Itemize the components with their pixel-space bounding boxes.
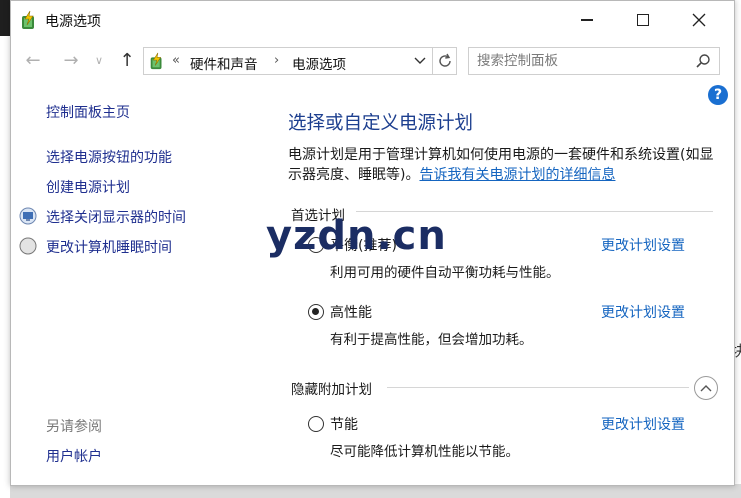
learn-more-link[interactable]: 告诉我有关电源计划的详细信息 [419, 167, 615, 183]
sidebar-item-control-panel-home[interactable]: 控制面板主页 [46, 102, 130, 122]
change-plan-settings-link-power-saver[interactable]: 更改计划设置 [601, 414, 685, 434]
power-options-icon [22, 10, 34, 29]
search-input[interactable] [477, 52, 687, 70]
back-button[interactable]: ← [21, 49, 45, 71]
refresh-icon [438, 53, 451, 67]
change-plan-settings-link-balanced[interactable]: 更改计划设置 [601, 235, 685, 255]
title-bar[interactable]: 电源选项 [11, 1, 734, 39]
up-button[interactable]: ↑ [115, 49, 139, 71]
close-button[interactable] [676, 1, 722, 39]
moon-icon [19, 237, 37, 255]
chevron-down-icon: ∨ [94, 53, 104, 67]
sidebar-item-power-buttons[interactable]: 选择电源按钮的功能 [46, 147, 172, 167]
breadcrumb-hardware-sound[interactable]: 硬件和声音 [190, 53, 258, 73]
desktop-edge [0, 0, 10, 36]
plan-radio-power-saver[interactable] [308, 416, 324, 432]
plan-name-power-saver[interactable]: 节能 [330, 414, 358, 434]
recent-locations-button[interactable]: ∨ [91, 49, 107, 71]
page-description: 电源计划是用于管理计算机如何使用电源的一套硬件和系统设置(如显示器亮度、睡眠等)… [288, 145, 718, 185]
monitor-icon [19, 207, 37, 225]
breadcrumb-power-options[interactable]: 电源选项 [292, 53, 346, 73]
see-also-heading: 另请参阅 [46, 419, 102, 435]
maximize-icon [637, 14, 649, 26]
minimize-icon [581, 19, 593, 21]
forward-arrow-icon: → [63, 49, 79, 71]
navigation-bar: ← → ∨ ↑ « 硬件和声音 › 电源选项 [11, 41, 734, 79]
chevron-down-icon [414, 57, 426, 64]
chevron-up-icon [700, 385, 712, 392]
forward-button[interactable]: → [59, 49, 83, 71]
window-title: 电源选项 [45, 14, 101, 30]
minimize-button[interactable] [564, 1, 610, 39]
plan-name-high-performance[interactable]: 高性能 [330, 302, 372, 322]
address-dropdown-button[interactable] [410, 48, 430, 74]
desktop-taskbar-edge [10, 484, 741, 498]
page-title: 选择或自定义电源计划 [288, 113, 474, 134]
plan-desc-power-saver: 尽可能降低计算机性能以节能。 [330, 444, 519, 460]
section-divider [387, 387, 689, 388]
hidden-plans-heading: 隐藏附加计划 [291, 382, 372, 398]
change-plan-settings-link-high-performance[interactable]: 更改计划设置 [601, 302, 685, 322]
sidebar-item-sleep-time[interactable]: 更改计算机睡眠时间 [46, 237, 172, 257]
sidebar-item-display-off[interactable]: 选择关闭显示器的时间 [46, 207, 186, 227]
section-divider [356, 211, 713, 212]
refresh-button[interactable] [432, 48, 456, 74]
up-arrow-icon: ↑ [119, 49, 135, 71]
collapse-hidden-plans-button[interactable] [694, 376, 718, 400]
plan-desc-high-performance: 有利于提高性能，但会增加功耗。 [330, 332, 533, 348]
watermark: yzdn.cn [266, 213, 447, 259]
address-bar[interactable]: « 硬件和声音 › 电源选项 [143, 47, 457, 75]
help-icon[interactable]: ? [708, 85, 728, 105]
back-arrow-icon: ← [25, 49, 41, 71]
power-options-window: 电源选项 ← → ∨ ↑ « 硬件和声音 › 电源选项 搜索控制面板 ? 控制面… [10, 0, 735, 486]
plan-radio-high-performance[interactable] [308, 304, 324, 320]
maximize-button[interactable] [620, 1, 666, 39]
breadcrumb-overflow[interactable]: « [172, 53, 180, 68]
search-icon[interactable] [695, 53, 711, 69]
close-icon [692, 13, 706, 27]
power-options-icon [150, 52, 162, 70]
breadcrumb-separator[interactable]: › [274, 53, 279, 68]
plan-desc-balanced: 利用可用的硬件自动平衡功耗与性能。 [330, 265, 560, 281]
sidebar-item-create-plan[interactable]: 创建电源计划 [46, 177, 130, 197]
search-box[interactable] [468, 47, 720, 75]
sidebar-item-user-accounts[interactable]: 用户帐户 [46, 446, 102, 466]
